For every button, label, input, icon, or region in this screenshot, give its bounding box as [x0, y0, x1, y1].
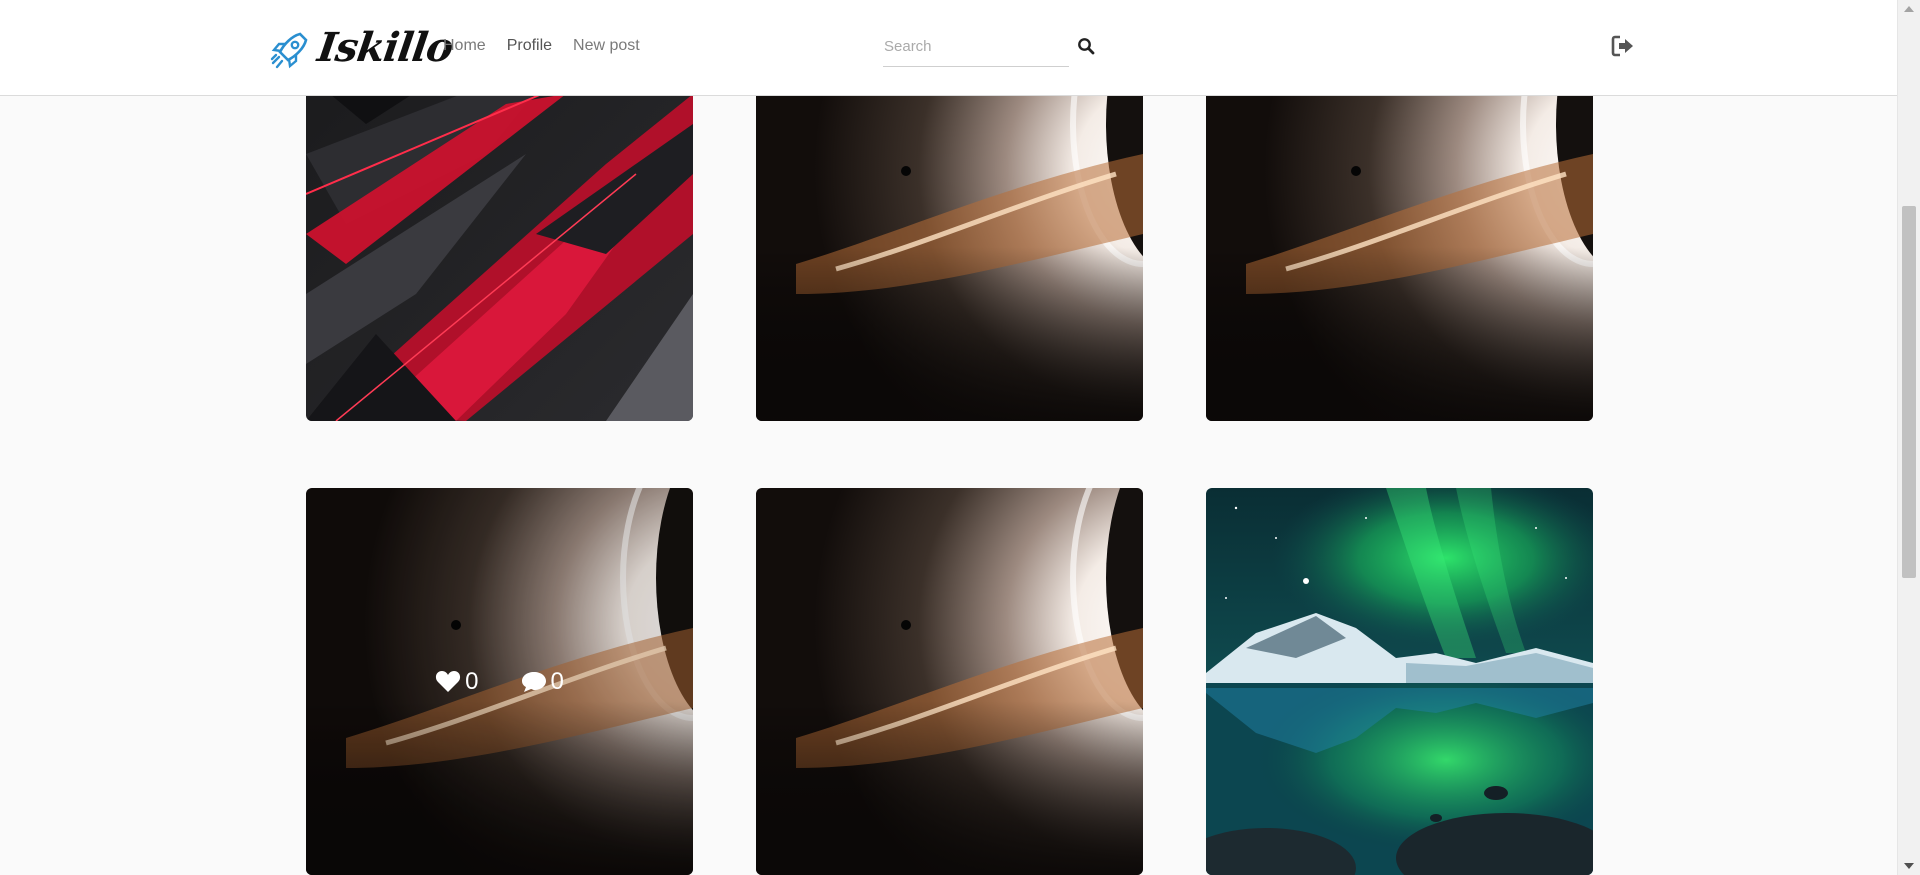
comments-stat[interactable]: 0	[521, 668, 564, 696]
nav-new-post-link[interactable]: New post	[573, 37, 640, 55]
top-navbar: Iskillo Home Profile New post	[0, 0, 1898, 96]
nav-home-link[interactable]: Home	[443, 37, 486, 55]
post-card[interactable]: 0 0	[306, 488, 693, 875]
logo[interactable]: Iskillo	[270, 24, 456, 72]
post-image	[756, 488, 1143, 875]
search-input[interactable]	[883, 34, 1064, 55]
main-nav: Home Profile New post	[443, 37, 640, 55]
scrollbar-thumb[interactable]	[1902, 206, 1916, 578]
search-icon[interactable]	[1077, 37, 1095, 55]
scroll-down-arrow-icon[interactable]	[1904, 863, 1914, 869]
post-card[interactable]	[756, 488, 1143, 875]
search-box	[883, 34, 1069, 67]
rocket-icon	[270, 32, 308, 69]
post-image	[1206, 488, 1593, 875]
posts-grid: 0 0	[0, 0, 1898, 875]
logout-icon[interactable]	[1611, 35, 1635, 57]
nav-profile-link[interactable]: Profile	[507, 37, 552, 55]
comments-count: 0	[550, 667, 564, 695]
scroll-up-arrow-icon[interactable]	[1904, 6, 1914, 12]
heart-icon	[436, 670, 461, 692]
likes-stat[interactable]: 0	[435, 667, 479, 696]
post-hover-overlay: 0 0	[306, 488, 693, 875]
comment-icon	[521, 671, 546, 692]
page-scrollbar[interactable]	[1897, 0, 1920, 875]
logo-text: Iskillo	[314, 24, 456, 71]
post-card[interactable]	[1206, 488, 1593, 875]
likes-count: 0	[465, 667, 479, 695]
